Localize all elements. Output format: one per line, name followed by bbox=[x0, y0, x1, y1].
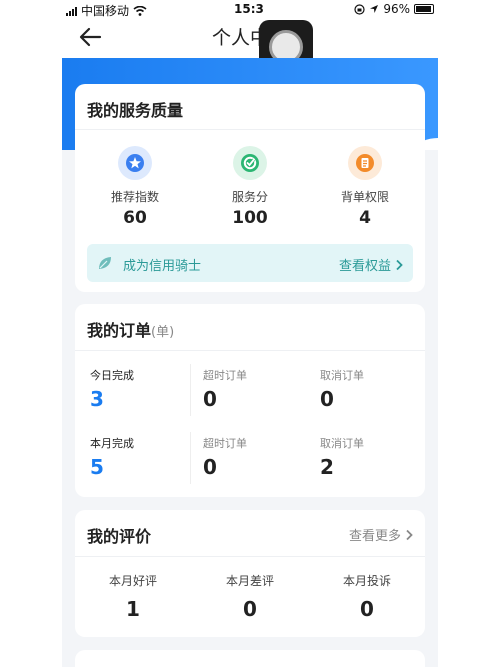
orientation-lock-icon bbox=[354, 3, 365, 15]
complaints-value: 0 bbox=[360, 597, 374, 621]
negative-reviews-label: 本月差评 bbox=[225, 574, 274, 588]
order-permission-value: 4 bbox=[359, 208, 371, 228]
view-more-link[interactable]: 查看更多 bbox=[349, 525, 413, 544]
back-button[interactable] bbox=[78, 24, 104, 50]
service-score-label: 服务分 bbox=[231, 190, 268, 204]
orders-unit: (单) bbox=[151, 325, 175, 340]
order-permission[interactable]: 背单权限 4 bbox=[315, 146, 415, 228]
status-right: 96% bbox=[354, 2, 434, 16]
month-timeout-value: 0 bbox=[203, 455, 217, 479]
month-completed-label: 本月完成 bbox=[90, 437, 134, 450]
month-cancelled-label: 取消订单 bbox=[320, 437, 364, 450]
status-time: 15:3 bbox=[234, 2, 264, 16]
month-timeout-label: 超时订单 bbox=[203, 437, 247, 450]
service-quality-card: 我的服务质量 推荐指数 60 服务分 100 背单权限 4 成为信用骑士 查看权… bbox=[75, 84, 425, 292]
today-completed[interactable]: 今日完成 3 bbox=[90, 367, 134, 411]
today-completed-label: 今日完成 bbox=[90, 369, 134, 382]
complaints-label: 本月投诉 bbox=[342, 574, 391, 588]
carrier-label: 中国移动 bbox=[81, 4, 130, 18]
chevron-right-icon bbox=[396, 259, 403, 270]
today-timeout-label: 超时订单 bbox=[203, 369, 247, 382]
today-cancelled-value: 0 bbox=[320, 387, 334, 411]
view-rights-label: 查看权益 bbox=[338, 259, 391, 274]
today-timeout[interactable]: 超时订单 0 bbox=[203, 367, 247, 411]
complaints[interactable]: 本月投诉 0 bbox=[309, 572, 425, 621]
today-cancelled-label: 取消订单 bbox=[320, 369, 364, 382]
service-score-value: 100 bbox=[232, 208, 268, 228]
my-reviews-title: 我的评价 bbox=[87, 527, 152, 546]
my-reviews-card: 我的评价 查看更多 本月好评 1 本月差评 0 本月投诉 0 bbox=[75, 510, 425, 637]
wifi-icon bbox=[133, 5, 147, 16]
positive-reviews[interactable]: 本月好评 1 bbox=[75, 572, 191, 621]
star-icon bbox=[118, 146, 152, 180]
month-timeout[interactable]: 超时订单 0 bbox=[203, 435, 247, 479]
divider bbox=[190, 364, 191, 416]
month-completed[interactable]: 本月完成 5 bbox=[90, 435, 134, 479]
service-score[interactable]: 服务分 100 bbox=[200, 146, 300, 228]
today-completed-value: 3 bbox=[90, 387, 104, 411]
view-more-label: 查看更多 bbox=[348, 529, 401, 544]
battery-percent: 96% bbox=[383, 2, 410, 16]
credit-knight-label: 成为信用骑士 bbox=[123, 259, 202, 274]
today-timeout-value: 0 bbox=[203, 387, 217, 411]
negative-reviews-value: 0 bbox=[243, 597, 257, 621]
my-orders-title: 我的订单(单) bbox=[87, 317, 174, 341]
leaf-icon bbox=[99, 257, 111, 269]
signal-icon bbox=[66, 6, 77, 16]
nav-bar: 个人中 bbox=[0, 18, 500, 74]
divider bbox=[75, 350, 425, 351]
battery-icon bbox=[414, 4, 434, 14]
divider bbox=[75, 556, 425, 557]
document-icon bbox=[348, 146, 382, 180]
month-completed-value: 5 bbox=[90, 455, 104, 479]
credit-knight-banner[interactable]: 成为信用骑士 查看权益 bbox=[87, 244, 413, 282]
divider bbox=[75, 129, 425, 130]
chevron-right-icon bbox=[406, 529, 413, 540]
month-cancelled-value: 2 bbox=[320, 455, 334, 479]
my-orders-card: 我的订单(单) 今日完成 3 超时订单 0 取消订单 0 本月完成 5 超时订单… bbox=[75, 304, 425, 497]
check-icon bbox=[233, 146, 267, 180]
service-quality-title: 我的服务质量 bbox=[87, 101, 184, 120]
order-permission-label: 背单权限 bbox=[340, 190, 389, 204]
recommend-index[interactable]: 推荐指数 60 bbox=[85, 146, 185, 228]
status-left: 中国移动 bbox=[66, 2, 147, 19]
location-icon bbox=[370, 5, 379, 13]
arrow-left-icon bbox=[79, 27, 102, 47]
positive-reviews-value: 1 bbox=[126, 597, 140, 621]
status-bar: 中国移动 15:3 96% bbox=[0, 0, 500, 18]
month-cancelled[interactable]: 取消订单 2 bbox=[320, 435, 364, 479]
recommend-index-label: 推荐指数 bbox=[110, 190, 159, 204]
positive-reviews-label: 本月好评 bbox=[108, 574, 157, 588]
my-orders-label: 我的订单 bbox=[87, 321, 152, 340]
today-cancelled[interactable]: 取消订单 0 bbox=[320, 367, 364, 411]
next-card bbox=[75, 650, 425, 667]
negative-reviews[interactable]: 本月差评 0 bbox=[192, 572, 308, 621]
divider bbox=[190, 432, 191, 484]
view-rights-link[interactable]: 查看权益 bbox=[339, 255, 403, 274]
recommend-index-value: 60 bbox=[123, 208, 147, 228]
